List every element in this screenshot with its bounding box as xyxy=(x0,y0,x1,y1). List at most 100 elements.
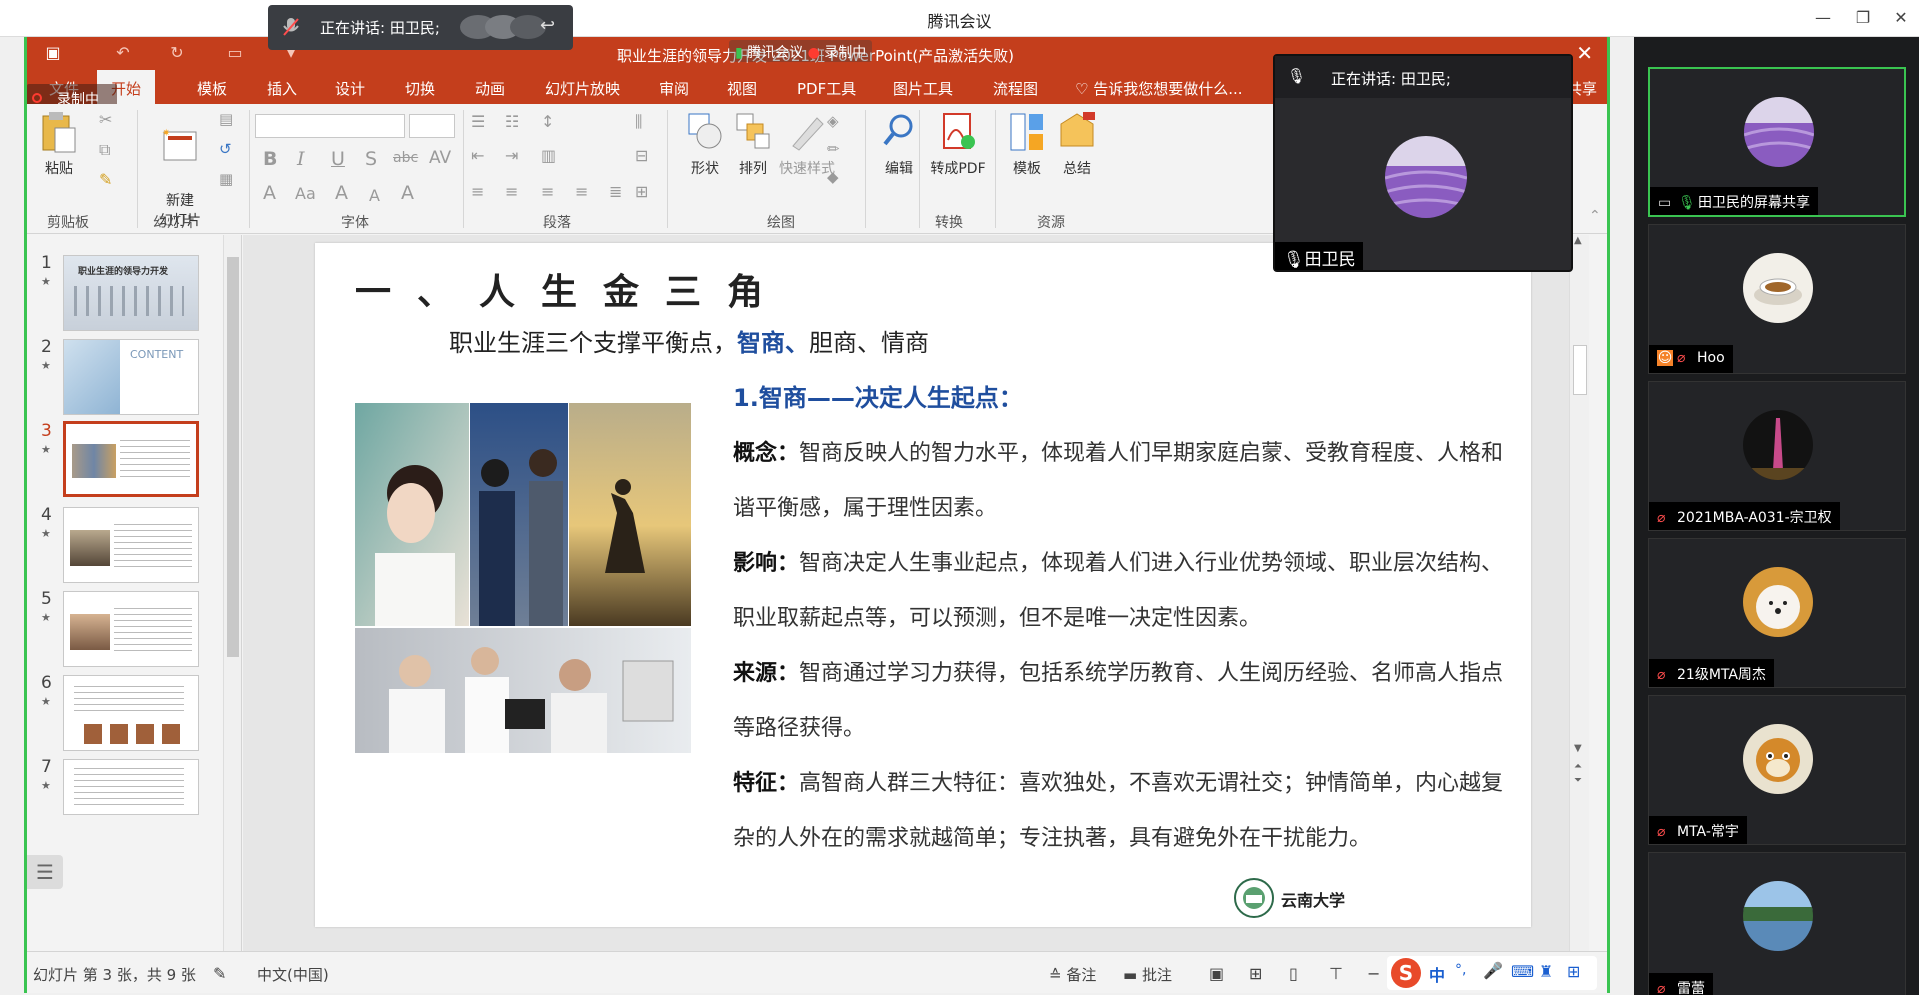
participant-tile[interactable]: ⌀ 2021MBA-A031-宗卫权 xyxy=(1648,381,1906,531)
shape-outline-icon[interactable]: ✏ xyxy=(827,140,840,158)
slideshow-view-icon[interactable]: ⊤ xyxy=(1329,964,1343,983)
undo-icon[interactable]: ↶ xyxy=(113,44,133,62)
decrease-indent-button[interactable]: ⇤ xyxy=(471,146,484,165)
tab-review[interactable]: 审阅 xyxy=(659,78,689,99)
slideshow-start-icon[interactable]: ▭ xyxy=(225,44,245,62)
align-center-button[interactable]: ≡ xyxy=(505,182,518,201)
participant-tile[interactable]: ⌀ 雷蕾 xyxy=(1648,852,1906,995)
spellcheck-icon[interactable]: ✎ xyxy=(213,964,226,983)
tab-animations[interactable]: 动画 xyxy=(475,78,505,99)
ime-skin-icon[interactable]: ♜ xyxy=(1539,962,1553,981)
collapse-toast-icon[interactable]: ↩ xyxy=(540,15,564,39)
tab-slideshow[interactable]: 幻灯片放映 xyxy=(545,78,620,99)
prev-slide-icon[interactable]: ⏶ xyxy=(1574,761,1582,772)
thumbnail-slide-5[interactable] xyxy=(63,591,199,667)
thumbnail-scroll-thumb[interactable] xyxy=(227,257,239,657)
increase-indent-button[interactable]: ⇥ xyxy=(505,146,518,165)
minimize-button[interactable]: — xyxy=(1808,6,1838,30)
ime-lang[interactable]: 中 xyxy=(1429,962,1445,986)
distributed-button[interactable]: ≣ xyxy=(609,182,622,201)
copy-icon[interactable]: ⧉ xyxy=(99,140,110,160)
reset-icon[interactable]: ↺ xyxy=(219,140,232,158)
shape-effects-icon[interactable]: ◆ xyxy=(827,168,839,186)
tab-insert[interactable]: 插入 xyxy=(267,78,297,99)
participant-tile[interactable]: ☺ ⌀ Hoo xyxy=(1648,224,1906,374)
change-case-button[interactable]: Aa xyxy=(295,184,316,203)
participant-tile[interactable]: ▭ 🎙 田卫民的屏幕共享 xyxy=(1648,67,1906,217)
scroll-up-icon[interactable]: ▲ xyxy=(1574,235,1582,246)
section-icon[interactable]: ▦ xyxy=(219,170,233,188)
tell-me-box[interactable]: ♡ 告诉我您想要做什么... xyxy=(1075,78,1243,99)
outline-view-icon[interactable]: ☰ xyxy=(27,855,63,889)
format-painter-icon[interactable]: ✎ xyxy=(99,170,112,189)
current-slide[interactable]: 一、人生金三角 职业生涯三个支撑平衡点，智商、胆商、情商 1.智商——决定人生起… xyxy=(315,243,1531,927)
notes-button[interactable]: ≙ 备注 xyxy=(1049,964,1096,985)
speaker-video-card[interactable]: 🎙 正在讲话: 田卫民; 🎙田卫民 xyxy=(1273,54,1573,272)
text-direction-button[interactable]: ⫼ xyxy=(635,112,642,132)
align-text-button[interactable]: ⊟ xyxy=(635,146,648,165)
smartart-button[interactable]: ⊞ xyxy=(635,182,648,201)
slide-scrollbar[interactable]: ▲ ▼ ⏶ ⏷ xyxy=(1569,235,1589,951)
cut-icon[interactable]: ✂ xyxy=(99,110,112,129)
paste-button[interactable]: 粘贴 xyxy=(29,110,89,178)
thumbnail-slide-4[interactable] xyxy=(63,507,199,583)
collapse-ribbon-icon[interactable]: ⌃ xyxy=(1589,208,1601,224)
align-left-button[interactable]: ≡ xyxy=(471,182,484,201)
slide-sorter-icon[interactable]: ⊞ xyxy=(1249,964,1262,983)
shrink-font-button[interactable]: A xyxy=(369,186,380,205)
grow-font-button[interactable]: A xyxy=(335,182,348,204)
font-color-button[interactable]: A xyxy=(263,182,276,204)
numbering-button[interactable]: ☷ xyxy=(505,112,519,131)
justify-button[interactable]: ≡ xyxy=(575,182,588,201)
tab-transitions[interactable]: 切换 xyxy=(405,78,435,99)
strikethrough-button[interactable]: abc xyxy=(393,150,418,166)
ime-keyboard-icon[interactable]: ⌨ xyxy=(1511,962,1534,981)
thumbnail-slide-2[interactable]: CONTENT xyxy=(63,339,199,415)
participant-tile[interactable]: ⌀ 21级MTA周杰 xyxy=(1648,538,1906,688)
tab-pdf-tools[interactable]: PDF工具 xyxy=(797,78,856,99)
tab-flowchart[interactable]: 流程图 xyxy=(993,78,1038,99)
tab-picture-tools[interactable]: 图片工具 xyxy=(893,78,953,99)
columns-button[interactable]: ▥ xyxy=(541,146,556,165)
font-name-select[interactable] xyxy=(255,114,405,138)
edit-button[interactable]: 编辑 xyxy=(869,110,929,178)
char-spacing-button[interactable]: AV xyxy=(429,148,451,168)
speaking-toast[interactable]: 正在讲话: 田卫民; ↩ xyxy=(268,5,573,50)
ppt-close-icon[interactable]: ✕ xyxy=(1576,41,1593,65)
bold-button[interactable]: B xyxy=(263,148,277,170)
tab-design[interactable]: 设计 xyxy=(335,78,365,99)
bullets-button[interactable]: ☰ xyxy=(471,112,485,131)
zoom-out-icon[interactable]: − xyxy=(1367,964,1380,983)
normal-view-icon[interactable]: ▣ xyxy=(1209,964,1224,983)
align-right-button[interactable]: ≡ xyxy=(541,182,554,201)
shadow-button[interactable]: S xyxy=(365,148,377,170)
shape-fill-icon[interactable]: ◈ xyxy=(827,112,839,130)
ime-toolbar[interactable]: S 中 °, 🎤 ⌨ ♜ ⊞ xyxy=(1387,956,1597,990)
line-spacing-button[interactable]: ↕ xyxy=(541,112,554,131)
tab-view[interactable]: 视图 xyxy=(727,78,757,99)
summary-button[interactable]: 总结 xyxy=(1047,110,1107,178)
thumbnail-slide-3[interactable] xyxy=(63,421,199,497)
thumbnail-slide-1[interactable]: 职业生涯的领导力开发 xyxy=(63,255,199,331)
save-icon[interactable]: ▣ xyxy=(43,44,63,62)
language-indicator[interactable]: 中文(中国) xyxy=(257,964,329,985)
ime-punct[interactable]: °, xyxy=(1455,962,1466,978)
font-size-select[interactable] xyxy=(409,114,455,138)
italic-button[interactable]: I xyxy=(297,148,305,170)
clear-format-button[interactable]: A xyxy=(401,182,414,204)
reading-view-icon[interactable]: ▯ xyxy=(1289,964,1298,983)
scroll-down-icon[interactable]: ▼ xyxy=(1574,743,1582,754)
slide-scroll-thumb[interactable] xyxy=(1573,345,1587,395)
ime-toolbox-icon[interactable]: ⊞ xyxy=(1567,962,1580,981)
close-button[interactable]: ✕ xyxy=(1886,6,1916,30)
underline-button[interactable]: U xyxy=(331,148,345,170)
redo-icon[interactable]: ↻ xyxy=(167,44,187,62)
next-slide-icon[interactable]: ⏷ xyxy=(1574,775,1582,786)
thumbnail-slide-7[interactable] xyxy=(63,759,199,815)
restore-button[interactable]: ❐ xyxy=(1848,6,1878,30)
thumbnail-scrollbar[interactable] xyxy=(223,235,241,951)
participant-tile[interactable]: ⌀ MTA-常宇 xyxy=(1648,695,1906,845)
layout-icon[interactable]: ▤ xyxy=(219,110,233,128)
tab-templates[interactable]: 模板 xyxy=(197,78,227,99)
thumbnail-slide-6[interactable] xyxy=(63,675,199,751)
